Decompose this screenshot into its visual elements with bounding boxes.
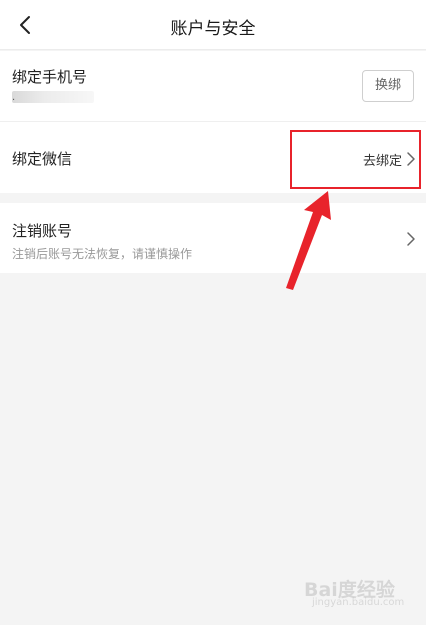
deactivate-label: 注销账号: [12, 222, 73, 240]
deactivate-account-row[interactable]: 注销账号 注销后账号无法恢复，请谨慎操作: [0, 203, 426, 273]
masked-phone-prefix: ·: [12, 95, 16, 106]
wechat-label: 绑定微信: [12, 150, 73, 168]
deactivate-description: 注销后账号无法恢复，请谨慎操作: [12, 247, 193, 261]
phone-label: 绑定手机号: [12, 68, 88, 86]
watermark: Bai度经验 jingyan.baidu.com: [304, 571, 404, 611]
page-title: 账户与安全: [170, 19, 256, 39]
rebind-phone-button[interactable]: 换绑: [362, 70, 414, 102]
masked-phone-number: [12, 91, 94, 103]
red-arrow-annotation: [286, 191, 331, 290]
chevron-right-icon: [407, 232, 415, 246]
header-bar: 账户与安全: [0, 0, 426, 50]
highlight-box: [290, 130, 421, 189]
watermark-url: jingyan.baidu.com: [312, 597, 405, 608]
